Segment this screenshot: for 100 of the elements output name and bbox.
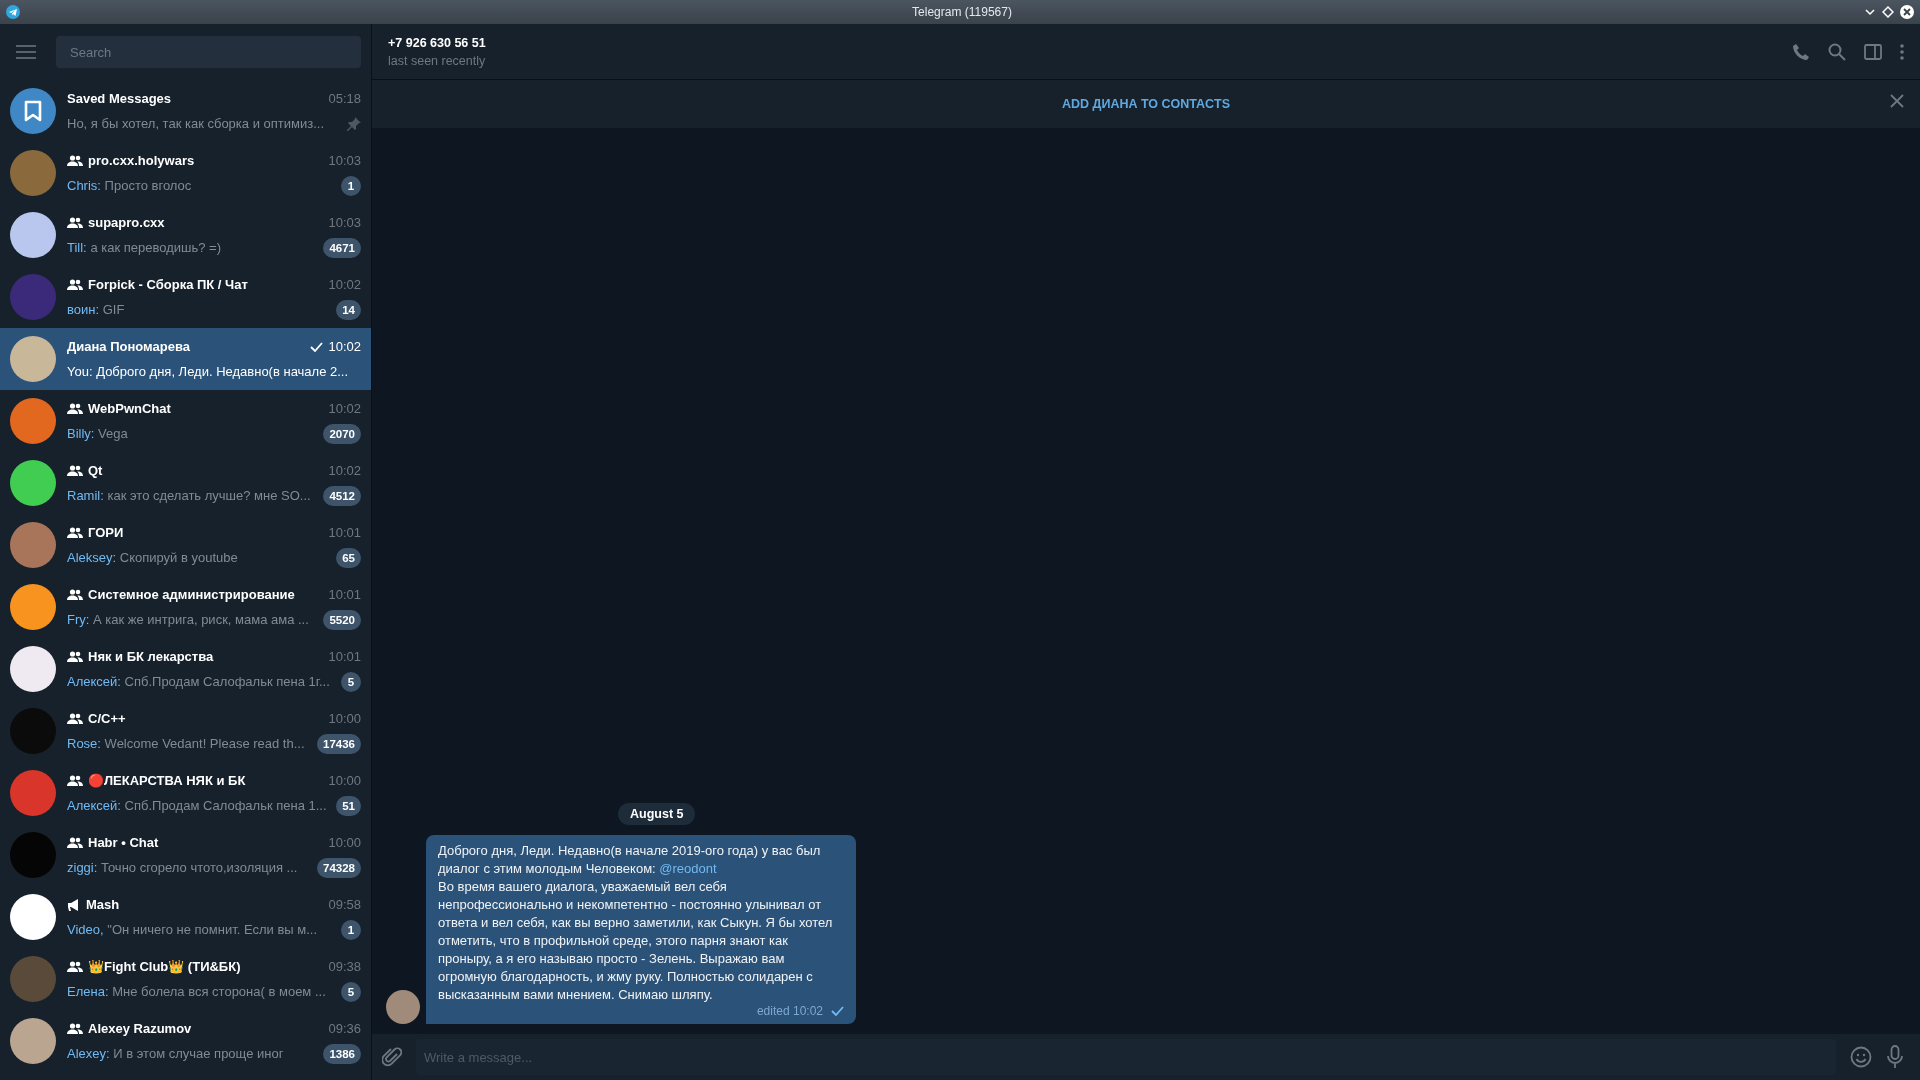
- unread-count-badge: 4671: [323, 237, 361, 258]
- chat-time: 09:38: [328, 959, 361, 974]
- message-preview: Fry: А как же интрига, риск, мама ама ...: [67, 612, 309, 627]
- chat-item[interactable]: Alexey Razumov 09:36 Alexey: И в этом случае проще иног 1386: [0, 1010, 371, 1072]
- unread-count-badge: 5: [341, 981, 361, 1002]
- chat-name: Qt: [88, 463, 103, 478]
- avatar: [10, 150, 56, 196]
- chat-name: ГОРИ: [88, 525, 124, 540]
- message-meta: edited 10:02: [756, 1004, 823, 1018]
- message-preview: Ramil: как это сделать лучше? мне SO...: [67, 488, 311, 503]
- chat-time: 10:00: [328, 711, 361, 726]
- chat-item[interactable]: C/C++ 10:00 Rose: Welcome Vedant! Please read th... 17436: [0, 700, 371, 762]
- chat-time: 10:00: [328, 773, 361, 788]
- unread-count-badge: 1: [341, 175, 361, 196]
- phone-icon[interactable]: [1792, 42, 1810, 61]
- avatar: [10, 212, 56, 258]
- chat-time: 05:18: [328, 91, 361, 106]
- chat-item[interactable]: Saved Messages 05:18 Но, я бы хотел, так как сборка и оптимиз...: [0, 80, 371, 142]
- chat-time: 10:00: [328, 835, 361, 850]
- unread-count-badge: 74328: [317, 857, 361, 878]
- chat-item[interactable]: Mash 09:58 Video, "Он ничего не помнит. Если вы м... 1: [0, 886, 371, 948]
- avatar: [10, 336, 56, 382]
- chat-item[interactable]: 👑Fight Club👑 (ТИ&БК) 09:38 Елена: Мне болела вся сторона( в моем ... 5: [0, 948, 371, 1010]
- avatar: [10, 1018, 56, 1064]
- chat-item[interactable]: Forpick - Сборка ПК / Чат 10:02 воин: GIF 14: [0, 266, 371, 328]
- chat-time: 10:01: [328, 587, 361, 602]
- chat-item[interactable]: Няк и БК лекарства 10:01 Алексей: Спб.Продам Салофальк пена 1г... 5: [0, 638, 371, 700]
- close-icon[interactable]: [1890, 94, 1904, 108]
- group-icon: [67, 1023, 83, 1034]
- unread-count-badge: 14: [336, 299, 361, 320]
- chat-time: 09:36: [328, 1021, 361, 1036]
- message-preview: воин: GIF: [67, 302, 125, 317]
- chat-time: 10:01: [328, 649, 361, 664]
- chat-name: Alexey Razumov: [88, 1021, 192, 1036]
- chat-item[interactable]: WebPwnChat 10:02 Billy: Vega 2070: [0, 390, 371, 452]
- unread-count-badge: 4512: [323, 485, 361, 506]
- group-icon: [67, 775, 83, 786]
- chat-time: 10:02: [328, 463, 361, 478]
- unread-count-badge: 1386: [323, 1043, 361, 1064]
- avatar: [10, 460, 56, 506]
- paper-plane-icon: [6, 5, 20, 19]
- unread-count-badge: 5: [341, 671, 361, 692]
- avatar: [386, 990, 420, 1024]
- avatar: [10, 584, 56, 630]
- unread-count-badge: 17436: [317, 733, 361, 754]
- group-icon: [67, 651, 83, 662]
- username-link[interactable]: @reodont: [659, 861, 717, 876]
- group-icon: [67, 961, 83, 972]
- message-preview: ziggi: Точно сгорело чтото,изоляция ...: [67, 860, 298, 875]
- unread-count-badge: 1: [341, 919, 361, 940]
- message-preview: Rose: Welcome Vedant! Please read th...: [67, 736, 305, 751]
- sidebar-toggle-icon[interactable]: [1864, 42, 1882, 61]
- add-contact-link[interactable]: ADD ДИАНА TO CONTACTS: [1061, 97, 1231, 111]
- group-icon: [67, 279, 83, 290]
- chat-status: last seen recently: [388, 53, 486, 68]
- maximize-button[interactable]: [1882, 6, 1894, 18]
- message-preview: Chris: Просто вголос: [67, 178, 192, 193]
- chat-name: Habr • Chat: [88, 835, 159, 850]
- chat-item[interactable]: pro.cxx.holywars 10:03 Chris: Просто вголос 1: [0, 142, 371, 204]
- paperclip-icon[interactable]: [382, 1046, 402, 1068]
- search-field[interactable]: Search: [56, 36, 361, 68]
- smiley-icon[interactable]: [1850, 1046, 1872, 1068]
- avatar: [10, 832, 56, 878]
- chat-name: 🔴ЛЕКАРСТВА НЯК и БК: [88, 773, 246, 788]
- chat-name: Системное администрирование: [88, 587, 295, 602]
- chat-name: Диана Пономарева: [67, 339, 190, 354]
- chat-name: Няк и БК лекарства: [88, 649, 214, 664]
- chat-item[interactable]: Qt 10:02 Ramil: как это сделать лучше? мне SO... 4512: [0, 452, 371, 514]
- unread-count-badge: 65: [336, 547, 361, 568]
- chat-item[interactable]: Системное администрирование 10:01 Fry: А как же интрига, риск, мама ама ... 5520: [0, 576, 371, 638]
- message-preview: Till: а как переводишь? =): [67, 240, 221, 255]
- chat-name: Saved Messages: [67, 91, 172, 106]
- chat-time: 10:03: [328, 215, 361, 230]
- chat-item[interactable]: Habr • Chat 10:00 ziggi: Точно сгорело чтото,изоляция ... 74328: [0, 824, 371, 886]
- menu-button[interactable]: [16, 45, 36, 59]
- search-icon[interactable]: [1828, 42, 1846, 61]
- message-text: Доброго дня, Леди. Недавно(в начале 2019-ого года) у вас был диалог с этим молодым Человеком: @reodont Во время вашего диалога, уважаемый вел себя непрофессионально и некомпетентно - постоянно улынивал от ответа и вел себя, как вы верно заметили, как Сыкун. Я бы хотел отметить, что в профильной среде, этого парня знают как проныру, а я его называю просто - Зелень. Выражаю вам огромную благодарность, и жму руку. Полностью солидарен с высказанным вами мнением. Снимаю шляпу.: [438, 842, 834, 1004]
- chat-time: 09:58: [328, 897, 361, 912]
- unread-count-badge: 2070: [323, 423, 361, 444]
- avatar: [10, 398, 56, 444]
- unread-count-badge: 5520: [323, 609, 361, 630]
- chat-item[interactable]: supapro.cxx 10:03 Till: а как переводишь? =) 4671: [0, 204, 371, 266]
- chat-item[interactable]: Диана Пономарева 10:02 You: Доброго дня, Леди. Недавно(в начале 2...: [0, 328, 371, 390]
- chat-name: pro.cxx.holywars: [88, 153, 195, 168]
- chat-name: C/C++: [88, 711, 126, 726]
- group-icon: [67, 527, 83, 538]
- chat-item[interactable]: 🔴ЛЕКАРСТВА НЯК и БК 10:00 Алексей: Спб.Продам Салофальк пена 1... 51: [0, 762, 371, 824]
- group-icon: [67, 837, 83, 848]
- avatar: [10, 770, 56, 816]
- group-icon: [67, 403, 83, 414]
- window-title: Telegram (119567): [911, 5, 1013, 19]
- microphone-icon[interactable]: [1886, 1045, 1904, 1069]
- message-preview: Aleksey: Скопируй в youtube: [67, 550, 238, 565]
- chat-name: 👑Fight Club👑 (ТИ&БК): [88, 959, 241, 974]
- chat-item[interactable]: ГОРИ 10:01 Aleksey: Скопируй в youtube 65: [0, 514, 371, 576]
- close-button[interactable]: [1900, 5, 1914, 19]
- minimize-button[interactable]: [1864, 6, 1876, 18]
- avatar: [10, 274, 56, 320]
- more-icon[interactable]: [1900, 42, 1904, 61]
- chat-time: 10:02: [328, 401, 361, 416]
